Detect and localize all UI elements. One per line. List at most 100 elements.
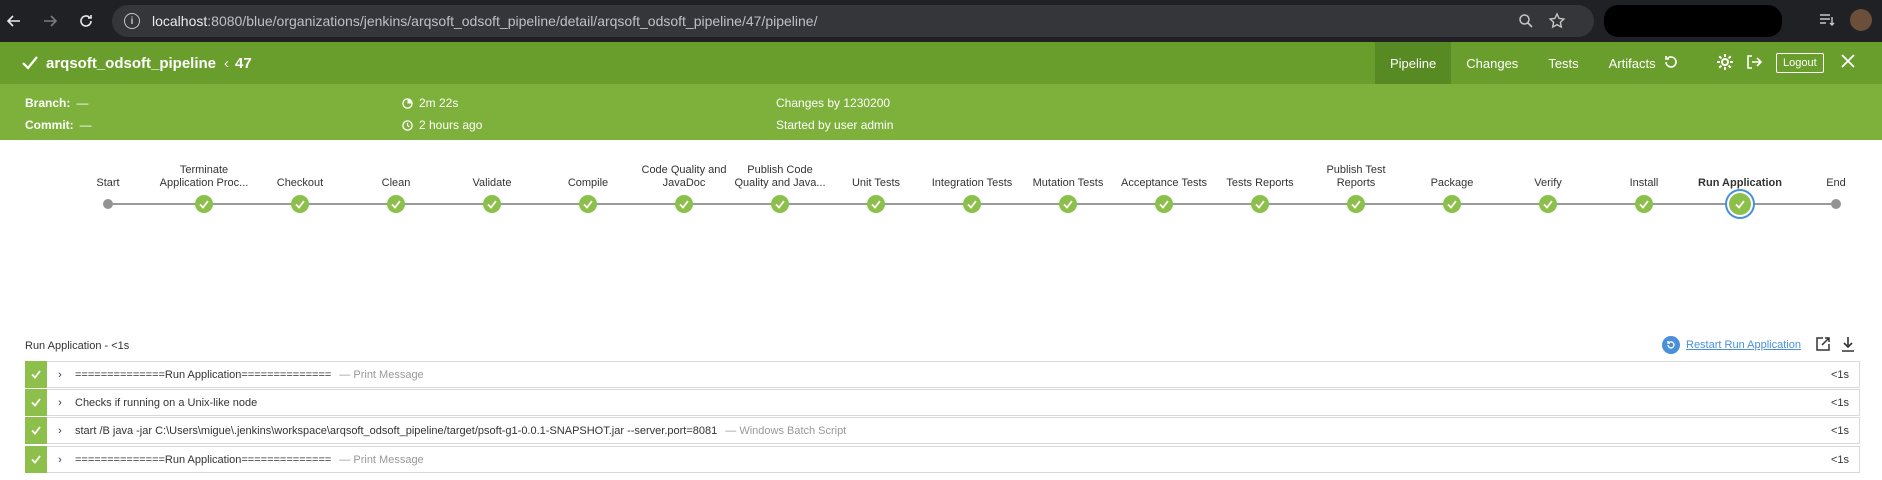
stage-label-text: Compile xyxy=(567,177,609,189)
logout-button[interactable]: Logout xyxy=(1776,53,1824,73)
bookmark-star-icon[interactable] xyxy=(1548,12,1566,30)
stage-node-validate[interactable] xyxy=(483,195,501,213)
back-button[interactable] xyxy=(0,7,28,35)
profile-avatar-icon[interactable] xyxy=(1850,9,1872,31)
step-duration: <1s xyxy=(1830,396,1849,409)
reload-button[interactable] xyxy=(72,7,100,35)
step-row[interactable]: › Checks if running on a Unix-like node <1… xyxy=(25,389,1860,416)
stage-node-clean[interactable] xyxy=(387,195,405,213)
settings-button[interactable] xyxy=(1716,53,1734,76)
stage-node-integration-tests[interactable] xyxy=(963,195,981,213)
step-row[interactable]: › ==============Run Application==========… xyxy=(25,361,1860,388)
started-time-info: 2 hours ago xyxy=(402,118,482,132)
reading-list-icon[interactable] xyxy=(1818,11,1836,29)
check-icon xyxy=(1063,199,1073,209)
restart-stage-link[interactable]: Restart Run Application xyxy=(1662,336,1801,354)
close-icon[interactable] xyxy=(1840,53,1856,69)
stage-node-compile[interactable] xyxy=(579,195,597,213)
changes-info: Changes by 1230200 xyxy=(776,96,891,110)
rerun-button[interactable] xyxy=(1662,53,1680,76)
stage-label-text: Tests Reports xyxy=(1226,177,1294,189)
step-message: start /B java -jar C:\Users\migue\.jenki… xyxy=(75,424,718,437)
commit-info: Commit: — xyxy=(25,118,92,132)
stage-node-end[interactable] xyxy=(1831,199,1841,209)
stage-label-validate[interactable]: Validate xyxy=(444,160,540,190)
stage-node-unit-tests[interactable] xyxy=(867,195,885,213)
check-icon xyxy=(871,199,881,209)
stage-label-publish-test-reports[interactable]: Publish Test Reports xyxy=(1308,160,1404,190)
stage-node-publish-code-quality-and-java[interactable] xyxy=(771,195,789,213)
run-summary: Branch: — Commit: — 2m 22s 2 hours ago Cha… xyxy=(0,84,1882,140)
stage-label-compile[interactable]: Compile xyxy=(540,160,636,190)
check-icon xyxy=(487,199,497,209)
tab-tests[interactable]: Tests xyxy=(1533,42,1593,84)
stage-label-clean[interactable]: Clean xyxy=(348,160,444,190)
stage-label-start[interactable]: Start xyxy=(60,160,156,190)
open-external-icon[interactable] xyxy=(1815,336,1831,352)
url-text[interactable]: localhost:8080/blue/organizations/jenkin… xyxy=(152,13,817,29)
started-by-info: Started by user admin xyxy=(776,118,894,132)
clock-icon xyxy=(402,119,413,131)
stage-node-mutation-tests[interactable] xyxy=(1059,195,1077,213)
step-message: ==============Run Application===========… xyxy=(75,453,332,466)
stage-node-install[interactable] xyxy=(1635,195,1653,213)
stage-label-run-application[interactable]: Run Application xyxy=(1692,160,1788,190)
stage-label-install[interactable]: Install xyxy=(1596,160,1692,190)
tab-pipeline[interactable]: Pipeline xyxy=(1375,42,1452,84)
stage-label-checkout[interactable]: Checkout xyxy=(252,160,348,190)
pipeline-name[interactable]: arqsoft_odsoft_pipeline xyxy=(46,55,216,72)
open-classic-button[interactable] xyxy=(1745,53,1763,76)
stage-label-unit-tests[interactable]: Unit Tests xyxy=(828,160,924,190)
stage-label-text: Clean xyxy=(381,177,411,189)
check-icon xyxy=(583,199,593,209)
step-success-icon xyxy=(25,389,47,416)
step-success-icon xyxy=(25,417,47,444)
reload-icon xyxy=(80,15,92,27)
stage-node-checkout[interactable] xyxy=(291,195,309,213)
stage-node-run-application[interactable] xyxy=(1729,193,1751,215)
stage-label-integration-tests[interactable]: Integration Tests xyxy=(924,160,1020,190)
check-icon xyxy=(1639,199,1649,209)
check-icon xyxy=(775,199,785,209)
info-icon[interactable]: i xyxy=(124,13,140,29)
check-icon xyxy=(967,199,977,209)
stage-label-code-quality-and-javadoc[interactable]: Code Quality and JavaDoc xyxy=(636,160,732,190)
step-duration: <1s xyxy=(1830,453,1849,466)
stage-node-verify[interactable] xyxy=(1539,195,1557,213)
chevron-right-icon[interactable]: › xyxy=(51,397,69,409)
stage-label-text: Run Application xyxy=(1698,177,1782,189)
stage-node-terminate-application-proc[interactable] xyxy=(195,195,213,213)
stage-node-start[interactable] xyxy=(103,199,113,209)
run-header: arqsoft_odsoft_pipeline ‹ 47 Pipeline Ch… xyxy=(0,42,1882,84)
stage-label-end[interactable]: End xyxy=(1788,160,1882,190)
chevron-right-icon[interactable]: › xyxy=(51,454,69,466)
step-row[interactable]: › start /B java -jar C:\Users\migue\.jenk… xyxy=(25,417,1860,444)
step-duration: <1s xyxy=(1830,424,1849,437)
redacted-area xyxy=(1604,5,1782,37)
chevron-right-icon[interactable]: › xyxy=(51,425,69,437)
rerun-icon xyxy=(1665,56,1677,68)
chevron-right-icon[interactable]: › xyxy=(51,369,69,381)
stage-label-acceptance-tests[interactable]: Acceptance Tests xyxy=(1116,160,1212,190)
address-bar[interactable]: i localhost:8080/blue/organizations/jenk… xyxy=(112,5,1594,37)
stage-label-verify[interactable]: Verify xyxy=(1500,160,1596,190)
stage-node-publish-test-reports[interactable] xyxy=(1347,195,1365,213)
stage-label-text: Verify xyxy=(1534,177,1562,189)
zoom-icon[interactable] xyxy=(1518,13,1534,29)
stage-label-publish-code-quality-and-java[interactable]: Publish Code Quality and Java... xyxy=(732,160,828,190)
stage-label-tests-reports[interactable]: Tests Reports xyxy=(1212,160,1308,190)
stage-label-package[interactable]: Package xyxy=(1404,160,1500,190)
stage-node-code-quality-and-javadoc[interactable] xyxy=(675,195,693,213)
stage-label-terminate-application-proc[interactable]: Terminate Application Proc... xyxy=(156,160,252,190)
stage-node-acceptance-tests[interactable] xyxy=(1155,195,1173,213)
tab-artifacts[interactable]: Artifacts xyxy=(1594,42,1671,84)
forward-button[interactable] xyxy=(36,7,64,35)
check-icon xyxy=(295,199,305,209)
stage-node-tests-reports[interactable] xyxy=(1251,195,1269,213)
download-icon[interactable] xyxy=(1841,336,1855,352)
stage-node-package[interactable] xyxy=(1443,195,1461,213)
check-icon xyxy=(22,56,38,70)
step-row[interactable]: › ==============Run Application==========… xyxy=(25,446,1860,473)
tab-changes[interactable]: Changes xyxy=(1451,42,1533,84)
stage-label-mutation-tests[interactable]: Mutation Tests xyxy=(1020,160,1116,190)
